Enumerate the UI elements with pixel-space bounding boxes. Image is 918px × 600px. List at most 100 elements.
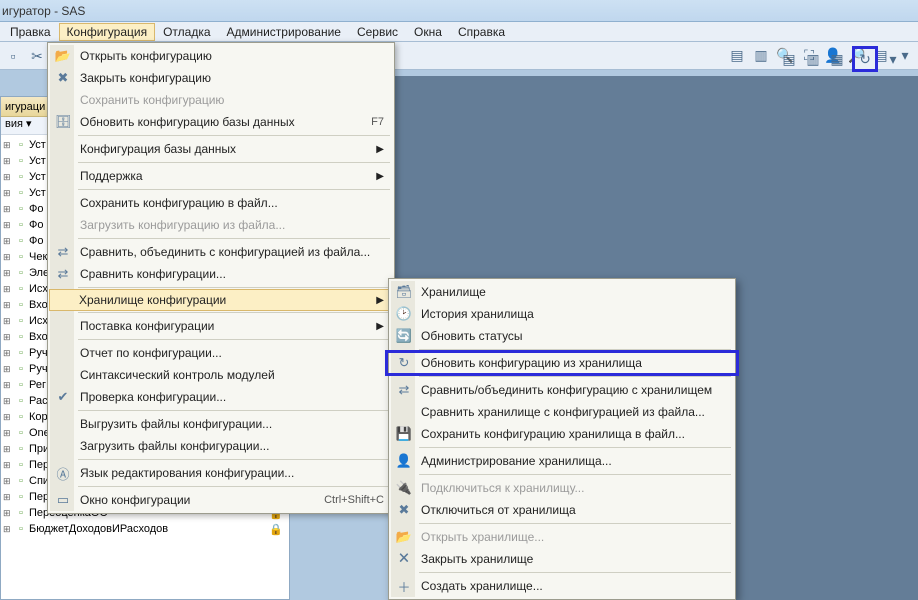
menu-item-label: Сравнить конфигурации...	[80, 267, 226, 281]
document-icon: ▫	[13, 315, 29, 327]
document-icon: ▫	[13, 379, 29, 391]
tree-item-label: Уст	[29, 155, 46, 167]
menu-item[interactable]: ✖ Закрыть конфигурацию	[50, 67, 392, 89]
document-icon: ▫	[13, 187, 29, 199]
menu-item-icon: ✖	[54, 70, 72, 86]
submenu-item[interactable]: 🔄Обновить статусы	[391, 325, 733, 347]
tree-item-label: Фо	[29, 219, 43, 231]
submenu-arrow-icon: ▶	[376, 171, 392, 182]
submenu-item-label: Сравнить хранилище с конфигурацией из фа…	[421, 405, 705, 419]
window-title: игуратор - SAS	[2, 4, 85, 18]
submenu-item-icon: 📂	[395, 529, 413, 545]
lock-icon: 🔒	[269, 523, 289, 536]
submenu-item[interactable]: 🗙Закрыть хранилище	[391, 548, 733, 570]
menu-item[interactable]: Конфигурация базы данных▶	[50, 138, 392, 160]
submenu-item[interactable]: ＋Создать хранилище...	[391, 575, 733, 597]
refresh-icon: ↻	[856, 50, 874, 68]
menu-help[interactable]: Справка	[450, 23, 513, 41]
document-icon: ▫	[13, 203, 29, 215]
menu-windows[interactable]: Окна	[406, 23, 450, 41]
submenu-item[interactable]: 🕑История хранилища	[391, 303, 733, 325]
menu-service[interactable]: Сервис	[349, 23, 406, 41]
submenu-item-label: Подключиться к хранилищу...	[421, 481, 584, 495]
menu-item-label: Конфигурация базы данных	[80, 142, 236, 156]
scissors-icon[interactable]: ✂	[28, 47, 46, 65]
submenu-item-icon: 💾	[395, 426, 413, 442]
menu-item[interactable]: ✔Проверка конфигурации...	[50, 386, 392, 408]
menu-item[interactable]: Выгрузить файлы конфигурации...	[50, 413, 392, 435]
right-toolbar-2: ▤ ▥ ▦ ↻ ▾	[454, 46, 902, 72]
submenu-item-label: Сравнить/объединить конфигурацию с храни…	[421, 383, 712, 397]
menu-item[interactable]: Синтаксический контроль модулей	[50, 364, 392, 386]
document-icon: ▫	[13, 363, 29, 375]
submenu-item[interactable]: Сравнить хранилище с конфигурацией из фа…	[391, 401, 733, 423]
document-icon: ▫	[13, 139, 29, 151]
menu-item[interactable]: ⒶЯзык редактирования конфигурации...	[50, 462, 392, 484]
menu-edit[interactable]: Правка	[2, 23, 59, 41]
tree-item-label: Исх	[29, 315, 48, 327]
menu-item-label: Хранилище конфигурации	[79, 293, 226, 307]
menu-item[interactable]: ▭Окно конфигурацииCtrl+Shift+C	[50, 489, 392, 511]
document-icon: ▫	[13, 235, 29, 247]
submenu-item[interactable]: 👤Администрирование хранилища...	[391, 450, 733, 472]
menu-item[interactable]: Отчет по конфигурации...	[50, 342, 392, 364]
menu-item[interactable]: ⇄Сравнить, объединить с конфигурацией из…	[50, 241, 392, 263]
menu-shortcut: Ctrl+Shift+C	[324, 494, 392, 506]
storage-action-highlight[interactable]: ↻	[852, 46, 878, 72]
tb-icon-i[interactable]: ▤	[780, 50, 798, 68]
menu-item-label: Открыть конфигурацию	[80, 49, 212, 63]
menu-admin[interactable]: Администрирование	[219, 23, 349, 41]
document-icon: ▫	[13, 443, 29, 455]
menu-debug[interactable]: Отладка	[155, 23, 218, 41]
submenu-item-label: Обновить конфигурацию из хранилища	[421, 356, 642, 370]
tree-item[interactable]: ⊞▫БюджетДоходовИРасходов🔒	[1, 521, 289, 537]
menu-shortcut: F7	[371, 116, 392, 128]
document-icon: ▫	[13, 299, 29, 311]
menu-item[interactable]: Поддержка ▶	[50, 165, 392, 187]
dropdown-arrow-icon[interactable]: ▾	[884, 50, 902, 68]
document-icon: ▫	[13, 395, 29, 407]
menu-item-label: Поддержка	[80, 169, 143, 183]
document-icon: ▫	[13, 155, 29, 167]
submenu-item: 📂Открыть хранилище...	[391, 526, 733, 548]
submenu-item[interactable]: ⇄Сравнить/объединить конфигурацию с хран…	[391, 379, 733, 401]
document-icon: ▫	[13, 491, 29, 503]
tb-icon-k[interactable]: ▦	[828, 50, 846, 68]
menu-item-icon: Ⓐ	[54, 464, 72, 483]
menu-item[interactable]: 🗄Обновить конфигурацию базы данныхF7	[50, 111, 392, 133]
menu-item[interactable]: Поставка конфигурации▶	[50, 315, 392, 337]
menu-item-label: Закрыть конфигурацию	[80, 71, 211, 85]
menu-item[interactable]: Хранилище конфигурации▶	[49, 289, 393, 311]
tree-item-label: Уст	[29, 171, 46, 183]
menu-item[interactable]: 📂Открыть конфигурацию	[50, 45, 392, 67]
menu-item[interactable]: ⇄Сравнить конфигурации...	[50, 263, 392, 285]
menu-item-label: Отчет по конфигурации...	[80, 346, 222, 360]
menu-item-label: Сохранить конфигурацию в файл...	[80, 196, 278, 210]
tree-item-label: БюджетДоходовИРасходов	[29, 523, 168, 535]
menu-item-label: Проверка конфигурации...	[80, 390, 226, 404]
submenu-item-label: История хранилища	[421, 307, 534, 321]
submenu-item-icon: 🔌	[395, 480, 413, 496]
menu-item-icon: ▭	[54, 492, 72, 508]
tb-icon-j[interactable]: ▥	[804, 50, 822, 68]
tree-item-label: Кор	[29, 411, 48, 423]
document-icon: ▫	[13, 523, 29, 535]
submenu-item-label: Администрирование хранилища...	[421, 454, 612, 468]
tree-item-label: Уст	[29, 187, 46, 199]
tree-item-label: Руч	[29, 347, 48, 359]
menu-configuration[interactable]: Конфигурация	[59, 23, 156, 41]
menu-item-label: Загрузить файлы конфигурации...	[80, 439, 269, 453]
menu-item-icon: ⇄	[54, 244, 72, 260]
new-icon[interactable]: ▫	[4, 47, 22, 65]
submenu-item[interactable]: ✖Отключиться от хранилища	[391, 499, 733, 521]
submenu-item-label: Сохранить конфигурацию хранилища в файл.…	[421, 427, 685, 441]
menu-item[interactable]: Сохранить конфигурацию в файл...	[50, 192, 392, 214]
titlebar: игуратор - SAS	[0, 0, 918, 22]
submenu-item[interactable]: 💾 Сохранить конфигурацию хранилища в файл…	[391, 423, 733, 445]
submenu-item[interactable]: ↻ Обновить конфигурацию из хранилища	[391, 352, 733, 374]
document-icon: ▫	[13, 347, 29, 359]
menu-item: Сохранить конфигурацию	[50, 89, 392, 111]
submenu-item-icon: ↻	[395, 355, 413, 371]
menu-item[interactable]: Загрузить файлы конфигурации...	[50, 435, 392, 457]
submenu-item[interactable]: 🗃Хранилище	[391, 281, 733, 303]
